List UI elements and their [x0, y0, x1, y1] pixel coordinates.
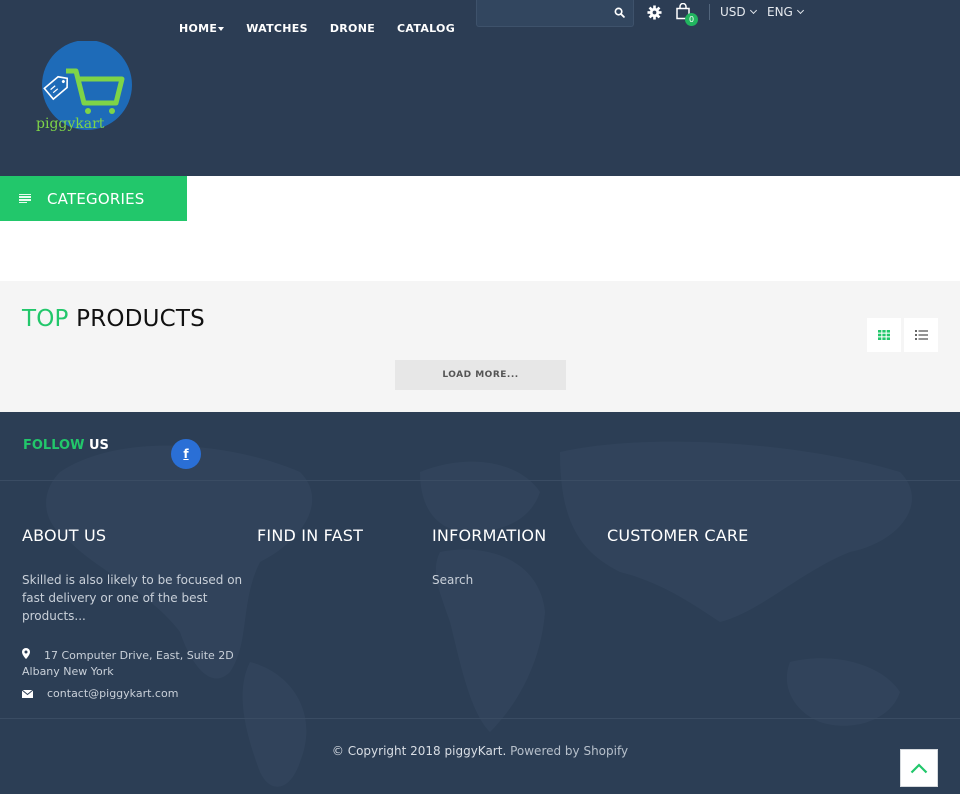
address: 17 Computer Drive, East, Suite 2D Albany… — [22, 648, 252, 680]
footer-bottom-divider — [0, 718, 960, 719]
copyright: © Copyright 2018 piggyKart. Powered by S… — [0, 744, 960, 758]
copyright-main: © Copyright 2018 piggyKart. — [331, 744, 507, 758]
search-input[interactable] — [477, 0, 607, 25]
site-footer: FOLLOW US f ABOUT US FIND IN FAST INFORM… — [0, 412, 960, 794]
logo-text: piggykart — [36, 116, 105, 132]
search-icon[interactable] — [614, 7, 625, 18]
powered-by[interactable]: Powered by Shopify — [510, 744, 628, 758]
nav-item-drone[interactable]: DRONE — [330, 22, 375, 35]
customer-care-heading: CUSTOMER CARE — [607, 526, 749, 545]
currency-value: USD — [720, 5, 746, 19]
caret-down-icon — [218, 26, 225, 31]
top-products-section: TOP PRODUCTS LOAD MORE... — [0, 281, 960, 412]
chevron-up-icon — [910, 762, 928, 773]
search-box — [476, 0, 634, 27]
facebook-icon: f — [183, 447, 189, 461]
envelope-icon — [22, 689, 33, 698]
categories-label: CATEGORIES — [47, 189, 145, 208]
section-title: TOP PRODUCTS — [22, 306, 205, 332]
nav-item-watches-label: WATCHES — [246, 22, 308, 35]
header-divider — [709, 4, 710, 20]
title-rest: PRODUCTS — [76, 306, 205, 332]
language-selector[interactable]: ENG — [767, 5, 804, 19]
map-pin-icon — [22, 648, 30, 659]
footer-divider — [0, 480, 960, 481]
title-accent: TOP — [22, 306, 69, 332]
about-text: Skilled is also likely to be focused on … — [22, 573, 243, 623]
list-icon — [914, 330, 928, 340]
email-contact: contact@piggykart.com — [22, 687, 178, 700]
main-nav: HOME WATCHES DRONE CATALOG — [179, 22, 477, 35]
facebook-link[interactable]: f — [171, 439, 201, 469]
about-us-heading: ABOUT US — [22, 526, 107, 545]
nav-item-home[interactable]: HOME — [179, 22, 225, 35]
follow-rest: US — [88, 438, 109, 453]
chevron-down-icon — [749, 6, 757, 15]
site-header: HOME WATCHES DRONE CATALOG 0 USD ENG pig… — [0, 0, 960, 176]
nav-item-drone-label: DRONE — [329, 22, 376, 35]
email-link[interactable]: contact@piggykart.com — [47, 687, 178, 700]
back-to-top-button[interactable] — [900, 749, 938, 787]
information-heading: INFORMATION — [432, 526, 547, 545]
information-link-search[interactable]: Search — [432, 573, 473, 587]
list-view-button[interactable] — [904, 318, 938, 352]
language-value: ENG — [767, 5, 793, 19]
grid-icon — [878, 330, 890, 340]
follow-accent: FOLLOW — [23, 438, 85, 453]
piggykart-logo[interactable]: piggykart — [36, 41, 136, 133]
chevron-down-icon — [796, 6, 804, 15]
cart-count-badge: 0 — [685, 13, 698, 26]
address-text: 17 Computer Drive, East, Suite 2D Albany… — [22, 649, 234, 678]
find-in-fast-heading: FIND IN FAST — [257, 526, 364, 545]
nav-item-catalog-label: CATALOG — [397, 22, 456, 35]
load-more-button[interactable]: LOAD MORE... — [395, 360, 566, 390]
nav-item-home-label: HOME — [179, 22, 218, 35]
menu-lines-icon — [19, 193, 31, 204]
gear-icon[interactable] — [647, 5, 662, 20]
follow-us-heading: FOLLOW US — [23, 438, 109, 453]
nav-item-catalog[interactable]: CATALOG — [397, 22, 455, 35]
grid-view-button[interactable] — [867, 318, 901, 352]
currency-selector[interactable]: USD — [720, 5, 757, 19]
nav-item-watches[interactable]: WATCHES — [246, 22, 308, 35]
categories-button[interactable]: CATEGORIES — [0, 176, 187, 221]
